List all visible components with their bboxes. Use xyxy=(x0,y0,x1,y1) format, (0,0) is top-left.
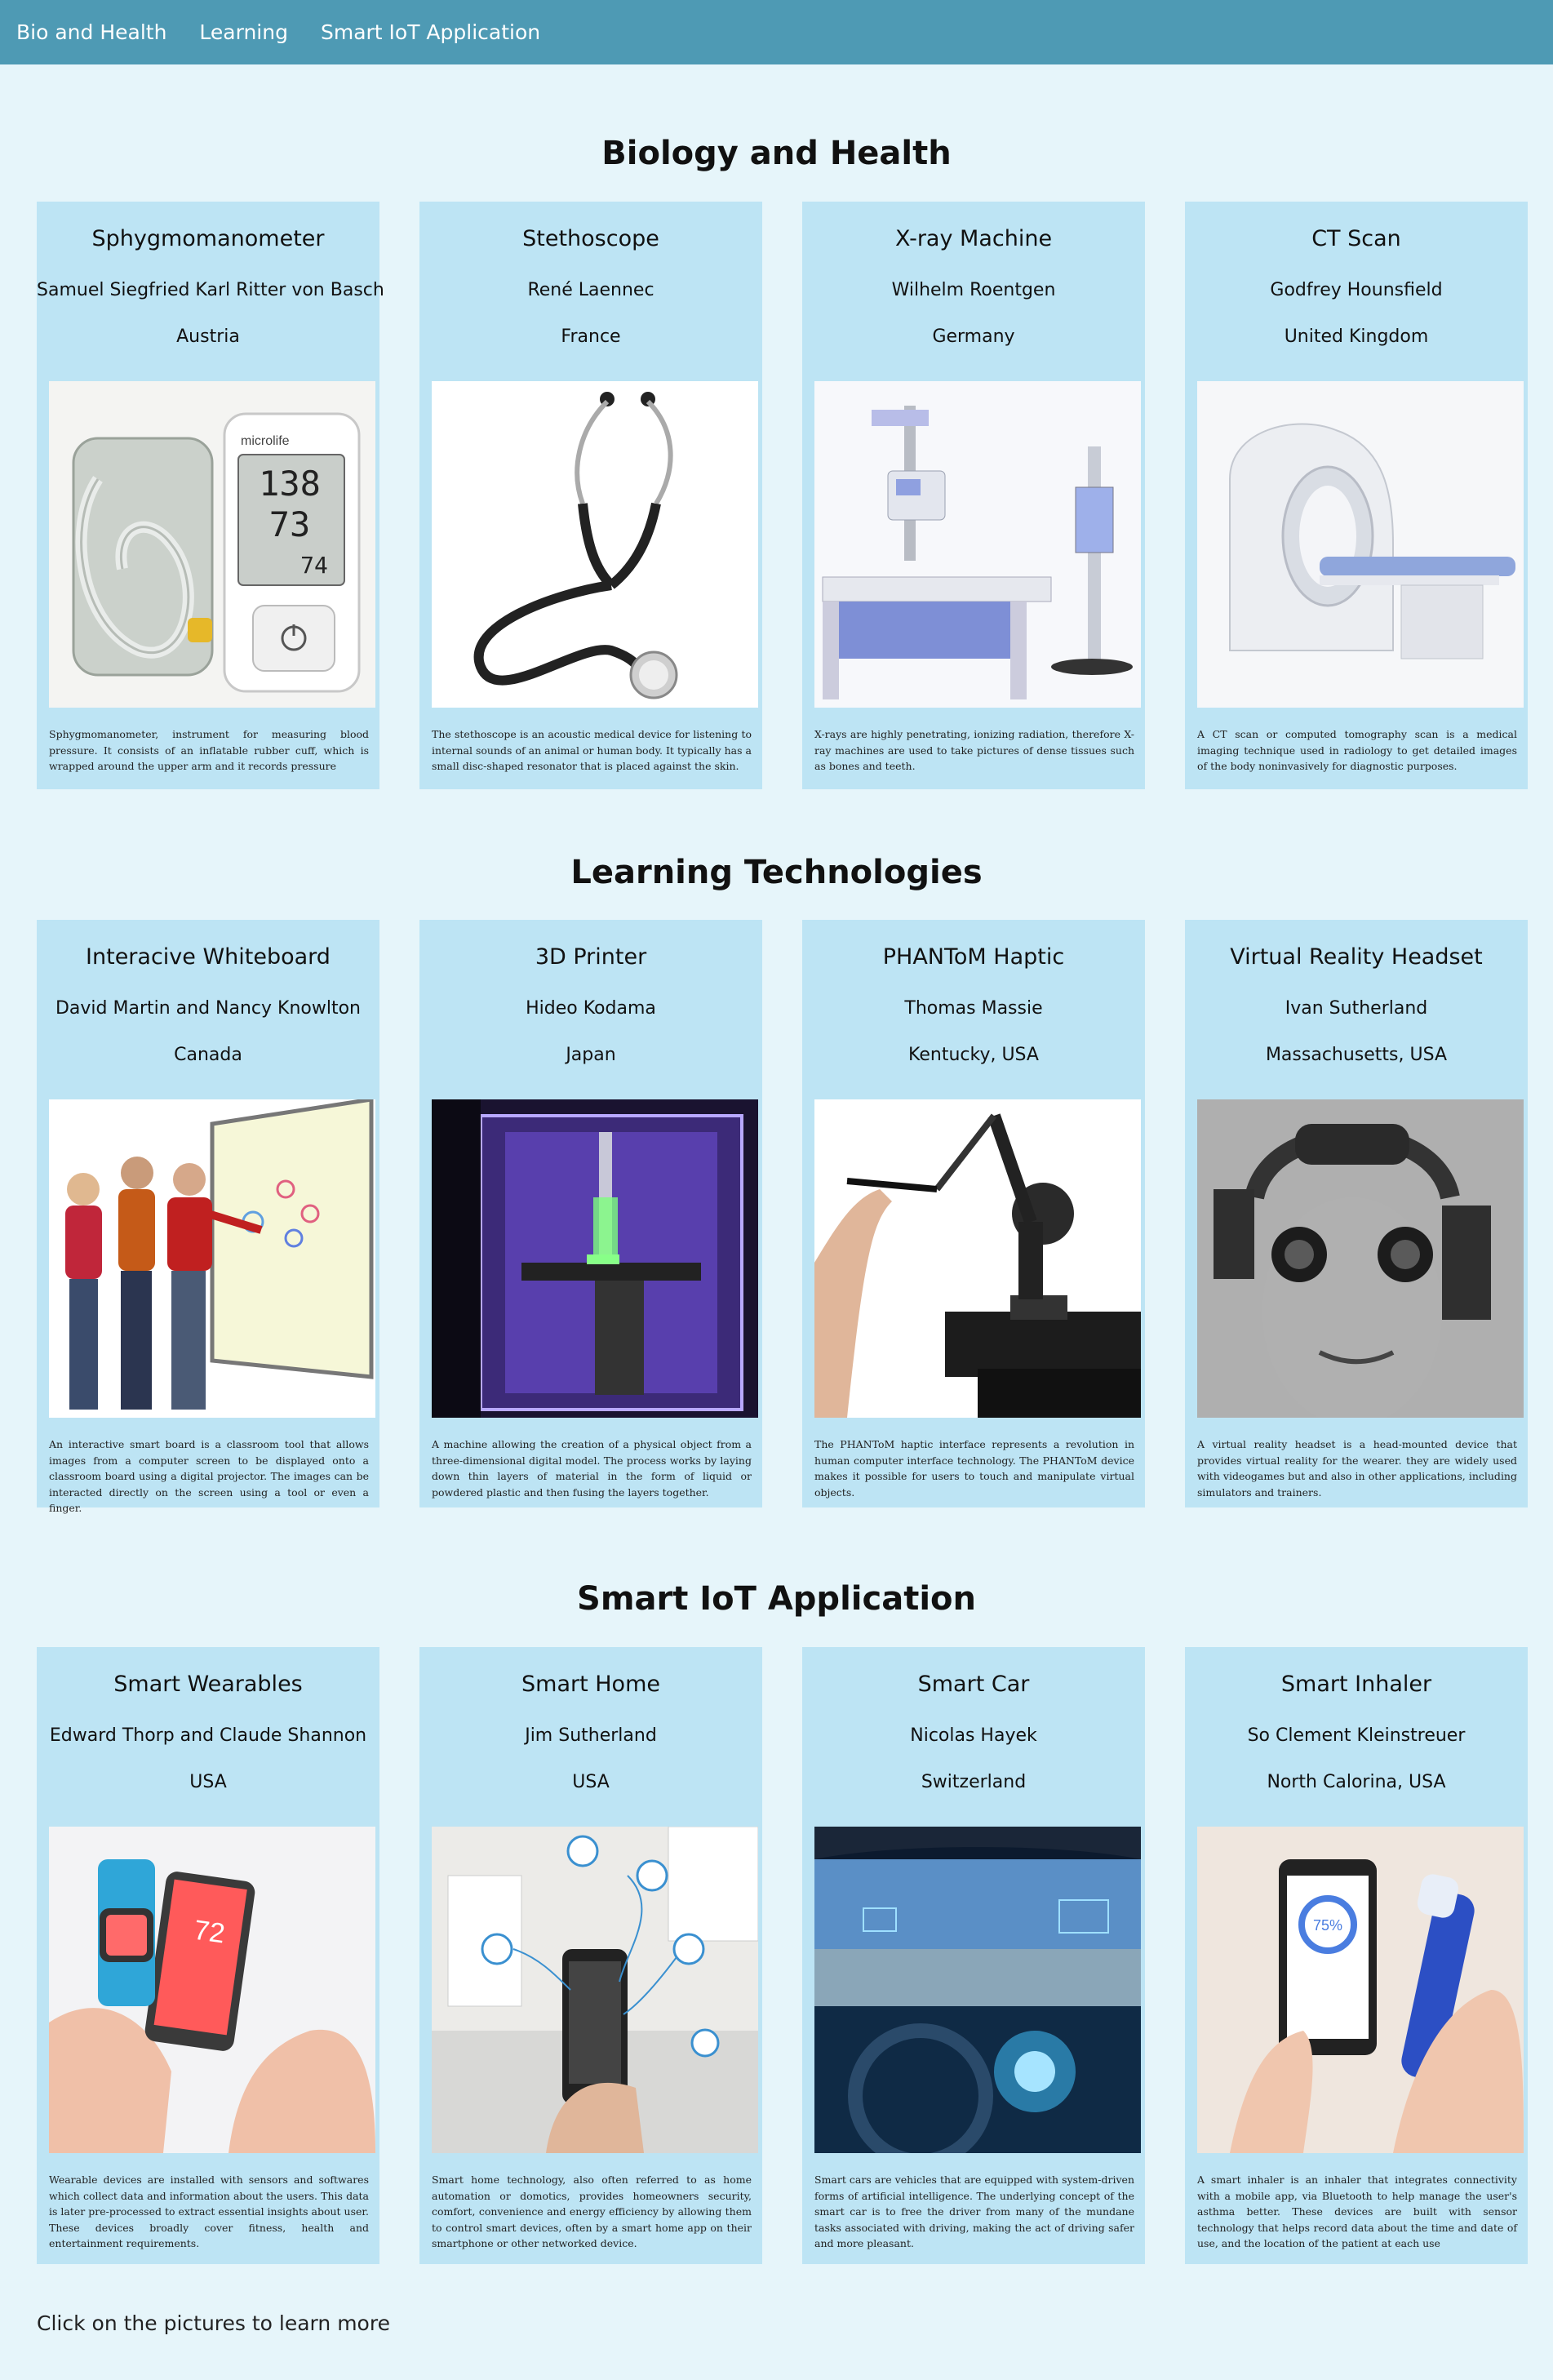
card-country: Kentucky, USA xyxy=(908,1045,1039,1065)
card-description: The stethoscope is an acoustic medical d… xyxy=(432,728,752,772)
blood-pressure-monitor-image[interactable]: microlife 138 73 74 xyxy=(49,381,375,708)
card-country: USA xyxy=(572,1772,610,1792)
card-description: A machine allowing the creation of a phy… xyxy=(432,1438,752,1499)
card-inventor: Jim Sutherland xyxy=(525,1725,657,1746)
card-interactive-whiteboard: Interacive Whiteboard David Martin and N… xyxy=(37,920,379,1514)
card-description: A smart inhaler is an inhaler that integ… xyxy=(1197,2174,1517,2249)
card-inventor: Ivan Sutherland xyxy=(1285,998,1428,1019)
section-title-bio-health: Biology and Health xyxy=(601,135,952,172)
card-description: Smart home technology, also often referr… xyxy=(432,2174,752,2249)
section-grid-smart-iot: Smart Wearables Edward Thorp and Claude … xyxy=(37,1647,1528,2264)
card-inventor: So Clement Kleinstreuer xyxy=(1247,1725,1466,1746)
x-ray-machine-image[interactable] xyxy=(814,381,1141,708)
ct-scanner-image[interactable] xyxy=(1197,381,1524,708)
card-country: Austria xyxy=(176,326,240,347)
card-description: A virtual reality headset is a head-moun… xyxy=(1197,1438,1517,1499)
stethoscope-image[interactable] xyxy=(432,381,758,708)
card-title: Sphygmomanometer xyxy=(91,226,325,251)
card-title: Interacive Whiteboard xyxy=(86,944,331,970)
nav-link-bio-health[interactable]: Bio and Health xyxy=(16,20,166,44)
card-description: An interactive smart board is a classroo… xyxy=(49,1438,369,1514)
card-smart-wearables: Smart Wearables Edward Thorp and Claude … xyxy=(37,1647,379,2264)
card-phantom-haptic: PHANToM Haptic Thomas Massie Kentucky, U… xyxy=(802,920,1145,1507)
card-vr-headset: Virtual Reality Headset Ivan Sutherland … xyxy=(1185,920,1528,1507)
card-description: Sphygmomanometer, instrument for measuri… xyxy=(49,728,369,772)
card-description: A CT scan or computed tomography scan is… xyxy=(1197,728,1517,772)
card-country: Switzerland xyxy=(921,1772,1027,1792)
smart-home-image[interactable] xyxy=(432,1827,758,2153)
card-country: Canada xyxy=(174,1045,242,1065)
section-title-learning: Learning Technologies xyxy=(570,854,983,891)
nav-link-learning[interactable]: Learning xyxy=(199,20,288,44)
card-title: Smart Home xyxy=(521,1672,660,1697)
card-inventor: Thomas Massie xyxy=(904,998,1043,1019)
card-country: Massachusetts, USA xyxy=(1265,1045,1448,1065)
card-description: The PHANToM haptic interface represents … xyxy=(814,1438,1134,1499)
card-description: Smart cars are vehicles that are equippe… xyxy=(814,2174,1134,2249)
card-smart-home: Smart Home Jim Sutherland USA Smart home… xyxy=(419,1647,762,2264)
inhaler-app-readout: 75% xyxy=(1313,1917,1342,1934)
3d-printer-image[interactable] xyxy=(432,1099,758,1418)
card-country: North Calorina, USA xyxy=(1267,1772,1446,1792)
card-smart-inhaler: Smart Inhaler So Clement Kleinstreuer No… xyxy=(1185,1647,1528,2264)
card-description: X-rays are highly penetrating, ionizing … xyxy=(814,728,1134,772)
card-x-ray-machine: X-ray Machine Wilhelm Roentgen Germany X… xyxy=(802,202,1145,789)
monitor-brand: microlife xyxy=(241,434,290,448)
card-description: Wearable devices are installed with sens… xyxy=(49,2174,369,2249)
card-country: United Kingdom xyxy=(1284,326,1429,347)
card-stethoscope: Stethoscope René Laennec France The stet… xyxy=(419,202,762,789)
vr-headset-image[interactable] xyxy=(1197,1099,1524,1418)
smart-wearables-image[interactable]: 72 xyxy=(49,1827,375,2153)
section-title-smart-iot: Smart IoT Application xyxy=(577,1580,976,1618)
smart-inhaler-image[interactable]: 75% xyxy=(1197,1827,1524,2153)
card-country: Germany xyxy=(932,326,1015,347)
top-navbar: Bio and Health Learning Smart IoT Applic… xyxy=(0,0,1553,64)
card-ct-scan: CT Scan Godfrey Hounsfield United Kingdo… xyxy=(1185,202,1528,789)
card-country: USA xyxy=(189,1772,227,1792)
card-title: X-ray Machine xyxy=(894,226,1053,251)
card-title: Smart Inhaler xyxy=(1280,1672,1432,1697)
section-grid-learning: Interacive Whiteboard David Martin and N… xyxy=(37,920,1528,1514)
card-sphygmomanometer: Sphygmomanometer Samuel Siegfried Karl R… xyxy=(37,202,384,789)
card-inventor: Hideo Kodama xyxy=(526,998,656,1019)
card-inventor: Godfrey Hounsfield xyxy=(1270,280,1443,300)
section-grid-bio-health: Sphygmomanometer Samuel Siegfried Karl R… xyxy=(37,202,1528,789)
haptic-device-image[interactable] xyxy=(814,1099,1141,1418)
card-title: Virtual Reality Headset xyxy=(1230,944,1483,970)
diastolic-readout: 73 xyxy=(269,504,311,544)
pulse-readout: 74 xyxy=(300,552,328,579)
card-inventor: Nicolas Hayek xyxy=(910,1725,1037,1746)
card-inventor: Samuel Siegfried Karl Ritter von Basch xyxy=(37,280,384,300)
card-inventor: Wilhelm Roentgen xyxy=(891,280,1056,300)
card-inventor: Edward Thorp and Claude Shannon xyxy=(49,1725,367,1746)
card-title: Smart Car xyxy=(917,1672,1030,1697)
smart-car-image[interactable] xyxy=(814,1827,1141,2153)
nav-link-smart-iot[interactable]: Smart IoT Application xyxy=(321,20,540,44)
card-smart-car: Smart Car Nicolas Hayek Switzerland Smar… xyxy=(802,1647,1145,2264)
card-title: 3D Printer xyxy=(535,944,647,970)
card-title: CT Scan xyxy=(1311,226,1401,251)
card-3d-printer: 3D Printer Hideo Kodama Japan A machine … xyxy=(419,920,762,1507)
card-country: Japan xyxy=(566,1045,616,1065)
interactive-whiteboard-image[interactable] xyxy=(49,1099,375,1418)
card-title: PHANToM Haptic xyxy=(882,944,1065,970)
systolic-readout: 138 xyxy=(259,464,321,504)
card-country: France xyxy=(561,326,621,347)
card-inventor: David Martin and Nancy Knowlton xyxy=(55,998,362,1019)
card-title: Stethoscope xyxy=(522,226,659,251)
card-inventor: René Laennec xyxy=(527,280,654,300)
footer-note: Click on the pictures to learn more xyxy=(37,2311,390,2335)
wearable-screen-readout: 72 xyxy=(192,1915,227,1950)
card-title: Smart Wearables xyxy=(113,1672,303,1697)
